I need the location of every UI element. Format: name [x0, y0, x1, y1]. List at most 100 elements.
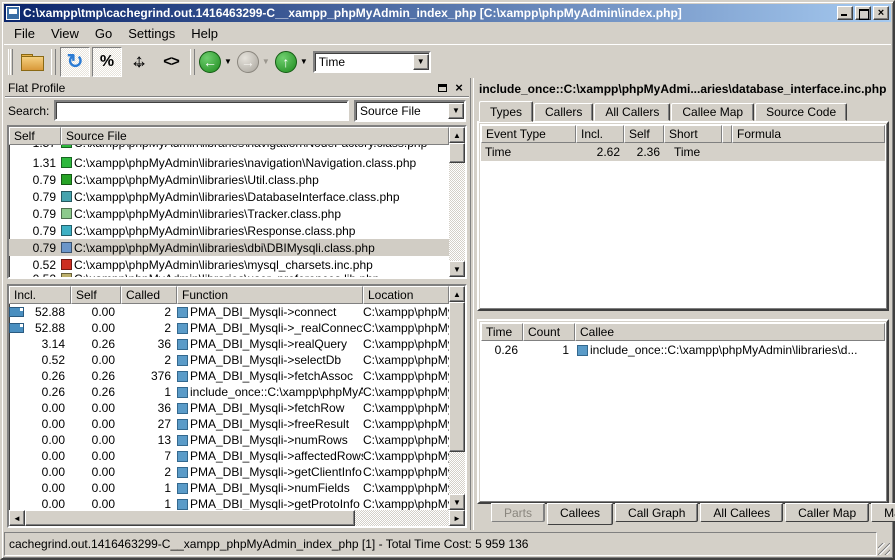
toolbar-handle[interactable]	[8, 49, 13, 75]
dock-close-button[interactable]: ×	[452, 81, 466, 94]
scrollbar-thumb[interactable]	[25, 510, 355, 526]
column-header-time[interactable]: Time	[481, 323, 523, 341]
callee-row[interactable]: 0.26 1 include_once::C:\xampp\phpMyAdmin…	[481, 341, 885, 359]
detail-tab[interactable]: All Callers	[594, 103, 670, 121]
detail-bottom-tab[interactable]: Parts	[491, 503, 545, 522]
column-header-formula[interactable]: Formula	[732, 125, 885, 143]
grouping-value: Source File	[356, 104, 448, 118]
resize-grip[interactable]	[877, 532, 891, 556]
back-dropdown-icon[interactable]: ▼	[224, 57, 232, 66]
scrollbar-track[interactable]	[449, 452, 465, 494]
detail-tab[interactable]: Types	[479, 101, 533, 122]
scroll-up-icon[interactable]: ▲	[449, 127, 465, 143]
up-dropdown-icon[interactable]: ▼	[300, 57, 308, 66]
function-row[interactable]: 0.52 0.00 2 PMA_DBI_Mysqli->selectDb C:\…	[9, 352, 449, 368]
column-header-count[interactable]: Count	[523, 323, 575, 341]
column-header-callee[interactable]: Callee	[575, 323, 885, 341]
scrollbar-thumb[interactable]	[449, 143, 465, 163]
column-header-incl[interactable]: Incl.	[9, 286, 71, 304]
column-header-called[interactable]: Called	[121, 286, 177, 304]
function-row[interactable]: 52.88 0.00 2 PMA_DBI_Mysqli->_realConnec…	[9, 320, 449, 336]
function-row[interactable]: 0.26 0.26 376 PMA_DBI_Mysqli->fetchAssoc…	[9, 368, 449, 384]
open-file-button[interactable]	[17, 47, 47, 77]
menu-item[interactable]: Go	[87, 24, 120, 43]
source-list-vscrollbar[interactable]: ▲ ▼	[449, 127, 465, 277]
event-type-combobox[interactable]: Time ▼	[313, 51, 431, 73]
source-file-row[interactable]: 1.31 C:\xampp\phpMyAdmin\libraries\navig…	[9, 154, 449, 171]
function-row[interactable]: 0.00 0.00 36 PMA_DBI_Mysqli->fetchRow C:…	[9, 400, 449, 416]
function-row[interactable]: 52.88 0.00 2 PMA_DBI_Mysqli->connect C:\…	[9, 304, 449, 320]
function-row[interactable]: 0.00 0.00 1 PMA_DBI_Mysqli->getProtoInfo…	[9, 496, 449, 510]
detail-bottom-tab[interactable]: Callees	[547, 503, 613, 525]
scroll-down-icon[interactable]: ▼	[449, 261, 465, 277]
function-location: C:\xampp\phpMy...	[363, 369, 449, 383]
menu-item[interactable]: File	[6, 24, 43, 43]
function-row[interactable]: 0.00 0.00 13 PMA_DBI_Mysqli->numRows C:\…	[9, 432, 449, 448]
function-row[interactable]: 0.00 0.00 1 PMA_DBI_Mysqli->numFields C:…	[9, 480, 449, 496]
forward-button[interactable]: →	[237, 51, 259, 73]
column-header-self[interactable]: Self	[624, 125, 664, 143]
scroll-up-icon[interactable]: ▲	[449, 286, 465, 302]
column-header-self[interactable]: Self	[9, 127, 61, 145]
grouping-combobox[interactable]: Source File ▼	[354, 100, 466, 122]
percentage-toggle-button[interactable]: %	[92, 47, 122, 77]
function-table-hscrollbar[interactable]: ◄ ►	[9, 510, 465, 526]
column-header-incl[interactable]: Incl.	[576, 125, 624, 143]
source-file-row[interactable]: 0.52 C:\xampp\phpMyAdmin\libraries\mysql…	[9, 256, 449, 273]
menu-item[interactable]: View	[43, 24, 87, 43]
combobox-dropdown-icon[interactable]: ▼	[413, 54, 429, 70]
reload-button[interactable]: ↻	[60, 47, 90, 77]
horizontal-splitter[interactable]	[477, 311, 889, 319]
function-name: PMA_DBI_Mysqli->numRows	[190, 433, 348, 447]
column-header-short[interactable]: Short	[664, 125, 722, 143]
detail-bottom-tab[interactable]: Call Graph	[615, 503, 698, 522]
function-table-vscrollbar[interactable]: ▲ ▼	[449, 286, 465, 510]
close-button[interactable]: ×	[873, 6, 889, 20]
column-header-self[interactable]: Self	[71, 286, 121, 304]
function-row[interactable]: 0.00 0.00 27 PMA_DBI_Mysqli->freeResult …	[9, 416, 449, 432]
function-row[interactable]: 0.00 0.00 2 PMA_DBI_Mysqli->getClientInf…	[9, 464, 449, 480]
scrollbar-thumb[interactable]	[449, 302, 465, 452]
dock-layout-button[interactable]: ↔↕	[124, 47, 154, 77]
scrollbar-track[interactable]	[449, 163, 465, 261]
menu-item[interactable]: Help	[183, 24, 226, 43]
source-file-row[interactable]: 0.52 C:\xampp\phpMyAdmin\libraries\user_…	[9, 273, 449, 277]
function-row[interactable]: 3.14 0.26 36 PMA_DBI_Mysqli->realQuery C…	[9, 336, 449, 352]
menu-item[interactable]: Settings	[120, 24, 183, 43]
column-header-event-type[interactable]: Event Type	[481, 125, 576, 143]
source-file-row[interactable]: 0.79 C:\xampp\phpMyAdmin\libraries\Datab…	[9, 188, 449, 205]
detail-bottom-tab[interactable]: All Callees	[700, 503, 783, 522]
column-header-location[interactable]: Location	[363, 286, 449, 304]
column-header-source-file[interactable]: Source File	[61, 127, 449, 145]
back-button[interactable]: ←	[199, 51, 221, 73]
detail-tab[interactable]: Source Code	[755, 103, 847, 121]
detail-tab[interactable]: Callee Map	[671, 103, 754, 121]
source-file-row[interactable]: 0.79 C:\xampp\phpMyAdmin\libraries\Track…	[9, 205, 449, 222]
source-file-row[interactable]: 0.79 C:\xampp\phpMyAdmin\libraries\Respo…	[9, 222, 449, 239]
source-file-row[interactable]: 0.79 C:\xampp\phpMyAdmin\libraries\dbi\D…	[9, 239, 449, 256]
function-rows: 52.88 0.00 2 PMA_DBI_Mysqli->connect C:\…	[9, 304, 449, 510]
source-file-row[interactable]: 0.79 C:\xampp\phpMyAdmin\libraries\Util.…	[9, 171, 449, 188]
event-type-row[interactable]: Time 2.62 2.36 Time	[481, 143, 885, 161]
scrollbar-track[interactable]	[355, 510, 449, 526]
column-header-function[interactable]: Function	[177, 286, 363, 304]
source-file-path: C:\xampp\phpMyAdmin\libraries\navigation…	[74, 145, 427, 150]
dock-float-button[interactable]	[435, 81, 449, 94]
combobox-dropdown-icon[interactable]: ▼	[448, 103, 464, 119]
search-input[interactable]	[54, 100, 349, 121]
cycle-grouping-button[interactable]: <>	[156, 47, 186, 77]
detail-tab[interactable]: Callers	[534, 103, 593, 121]
up-button[interactable]: ↑	[275, 51, 297, 73]
detail-bottom-tab[interactable]: Machine	[871, 503, 895, 522]
function-row[interactable]: 0.26 0.26 1 include_once::C:\xampp\phpMy…	[9, 384, 449, 400]
detail-bottom-tab[interactable]: Caller Map	[785, 503, 869, 522]
source-file-row[interactable]: 1.57 C:\xampp\phpMyAdmin\libraries\navig…	[9, 145, 449, 154]
scroll-left-icon[interactable]: ◄	[9, 510, 25, 526]
function-row[interactable]: 0.00 0.00 7 PMA_DBI_Mysqli->affectedRows…	[9, 448, 449, 464]
incl-cost: 52.88	[35, 321, 65, 335]
minimize-button[interactable]	[837, 6, 853, 20]
self-cost: 0.52	[9, 258, 61, 272]
maximize-button[interactable]	[855, 6, 871, 20]
scroll-right-icon[interactable]: ►	[449, 510, 465, 526]
scroll-down-icon[interactable]: ▼	[449, 494, 465, 510]
